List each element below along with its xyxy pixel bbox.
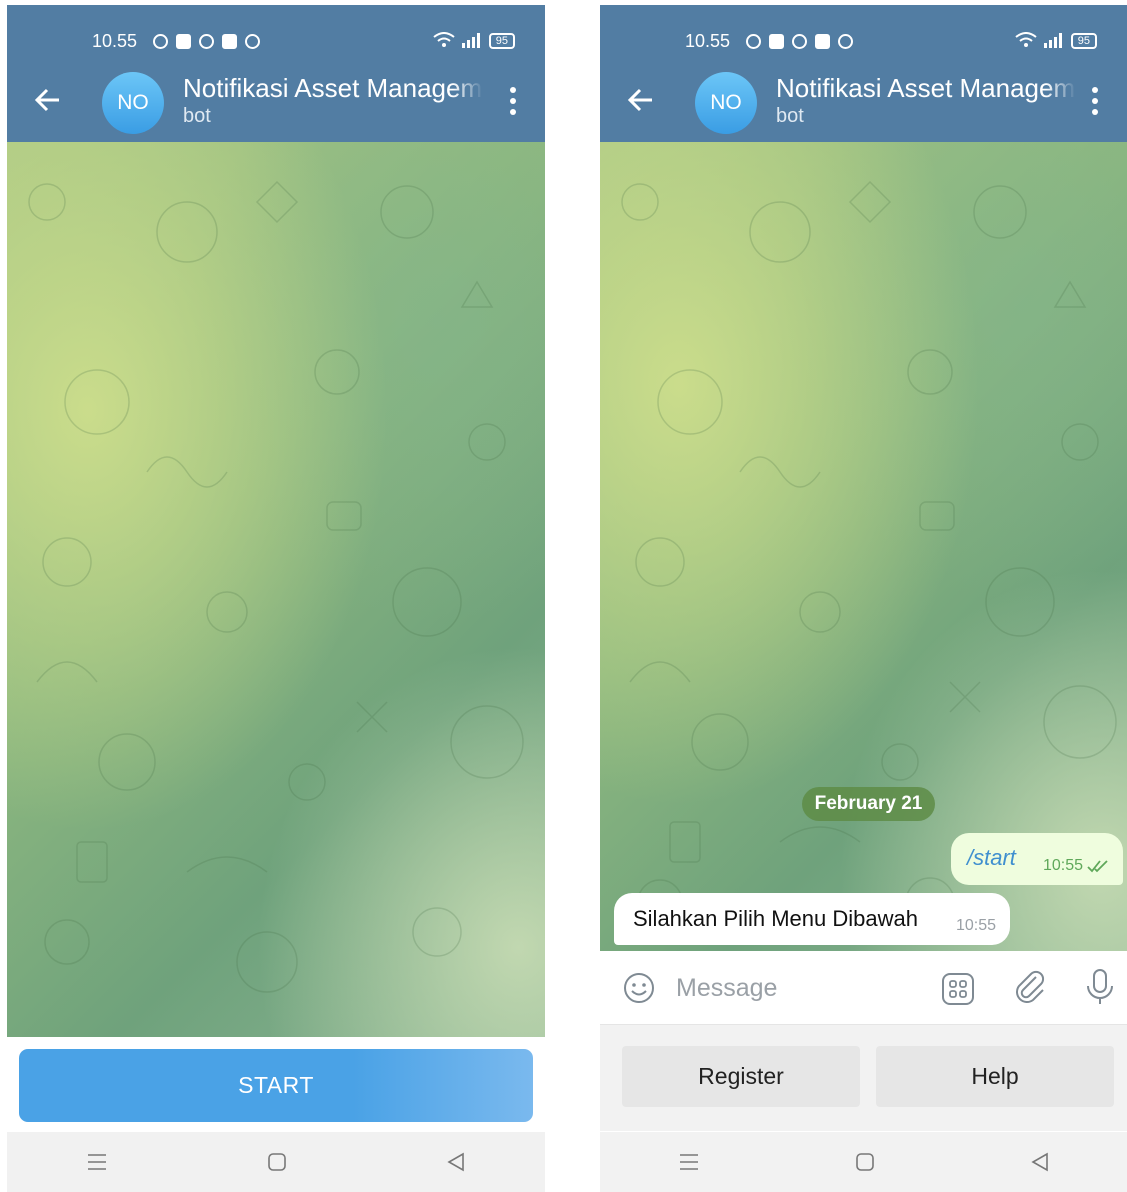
message-meta: 10:55 <box>1043 857 1109 875</box>
nav-back-icon[interactable] <box>1030 1152 1050 1172</box>
messenger-icon <box>792 33 808 49</box>
signal-icon <box>1043 32 1065 51</box>
nav-menu-icon[interactable] <box>86 1152 108 1172</box>
mic-icon[interactable] <box>1084 968 1116 1006</box>
chat-title[interactable]: Notifikasi Asset Management <box>183 73 483 104</box>
back-arrow-icon[interactable] <box>626 85 656 115</box>
date-divider: February 21 <box>802 787 935 821</box>
start-button[interactable]: START <box>19 1049 533 1122</box>
status-right: 95 <box>1015 31 1097 51</box>
message-input[interactable] <box>674 967 918 1009</box>
android-nav-bar <box>7 1132 545 1192</box>
more-vertical-icon[interactable] <box>509 87 517 115</box>
android-nav-bar <box>600 1132 1127 1192</box>
status-notification-icons <box>153 33 261 49</box>
notification-icon <box>245 33 261 49</box>
chat-subtitle: bot <box>183 105 211 127</box>
bot-commands-icon[interactable] <box>940 971 976 1007</box>
avatar[interactable]: NO <box>102 72 164 134</box>
message-input-bar <box>600 951 1127 1025</box>
message-time: 10:55 <box>1042 857 1083 874</box>
more-vertical-icon[interactable] <box>1091 87 1099 115</box>
doodle-pattern <box>28 180 524 993</box>
back-arrow-icon[interactable] <box>33 85 63 115</box>
message-time: 10:55 <box>955 917 996 934</box>
message-text[interactable]: /start <box>967 845 1016 871</box>
phone-screen-right: 10.55 95 NO Notifikasi Asset Management <box>600 5 1127 1192</box>
messenger-icon <box>199 33 215 49</box>
chat-subtitle: bot <box>776 105 804 127</box>
register-button[interactable]: Register <box>622 1046 860 1107</box>
chat-header: 10.55 95 NO Notifikasi Asset Management <box>7 5 545 142</box>
chat-title[interactable]: Notifikasi Asset Management <box>776 73 1076 104</box>
status-right: 95 <box>433 31 515 51</box>
avatar[interactable]: NO <box>695 72 757 134</box>
emoji-icon[interactable] <box>622 971 656 1005</box>
signal-icon <box>461 32 483 51</box>
chat-background <box>7 142 545 1037</box>
attach-icon[interactable] <box>1012 969 1048 1005</box>
status-bar: 10.55 95 <box>685 27 1097 55</box>
message-bubble-incoming[interactable]: Silahkan Pilih Menu Dibawah 10:55 <box>614 893 1010 945</box>
help-button[interactable]: Help <box>876 1046 1114 1107</box>
youtube-icon <box>222 33 238 49</box>
doodle-pattern <box>621 180 1117 927</box>
notification-icon <box>176 33 192 49</box>
message-text: Silahkan Pilih Menu Dibawah <box>633 906 918 931</box>
notification-icon <box>838 33 854 49</box>
message-bubble-outgoing[interactable]: /start 10:55 <box>951 833 1123 885</box>
youtube-icon <box>815 33 831 49</box>
wifi-icon <box>433 31 455 51</box>
nav-menu-icon[interactable] <box>678 1152 700 1172</box>
chat-background <box>600 142 1127 951</box>
nav-home-icon[interactable] <box>855 1152 875 1172</box>
double-check-icon <box>1087 860 1108 873</box>
status-bar: 10.55 95 <box>92 27 515 55</box>
nav-back-icon[interactable] <box>446 1152 466 1172</box>
notification-icon <box>769 33 785 49</box>
nav-home-icon[interactable] <box>267 1152 287 1172</box>
bot-reply-keyboard: Register Help <box>600 1025 1127 1131</box>
status-time: 10.55 <box>92 30 138 51</box>
phone-screen-left: 10.55 95 NO Notifikasi Asset Management <box>7 5 545 1192</box>
battery-indicator: 95 <box>488 33 515 49</box>
battery-indicator: 95 <box>1070 33 1097 49</box>
status-time: 10.55 <box>685 30 731 51</box>
wifi-icon <box>1015 31 1037 51</box>
status-notification-icons <box>746 33 854 49</box>
notification-icon <box>746 33 762 49</box>
chat-header: 10.55 95 NO Notifikasi Asset Management <box>600 5 1127 142</box>
notification-icon <box>153 33 169 49</box>
